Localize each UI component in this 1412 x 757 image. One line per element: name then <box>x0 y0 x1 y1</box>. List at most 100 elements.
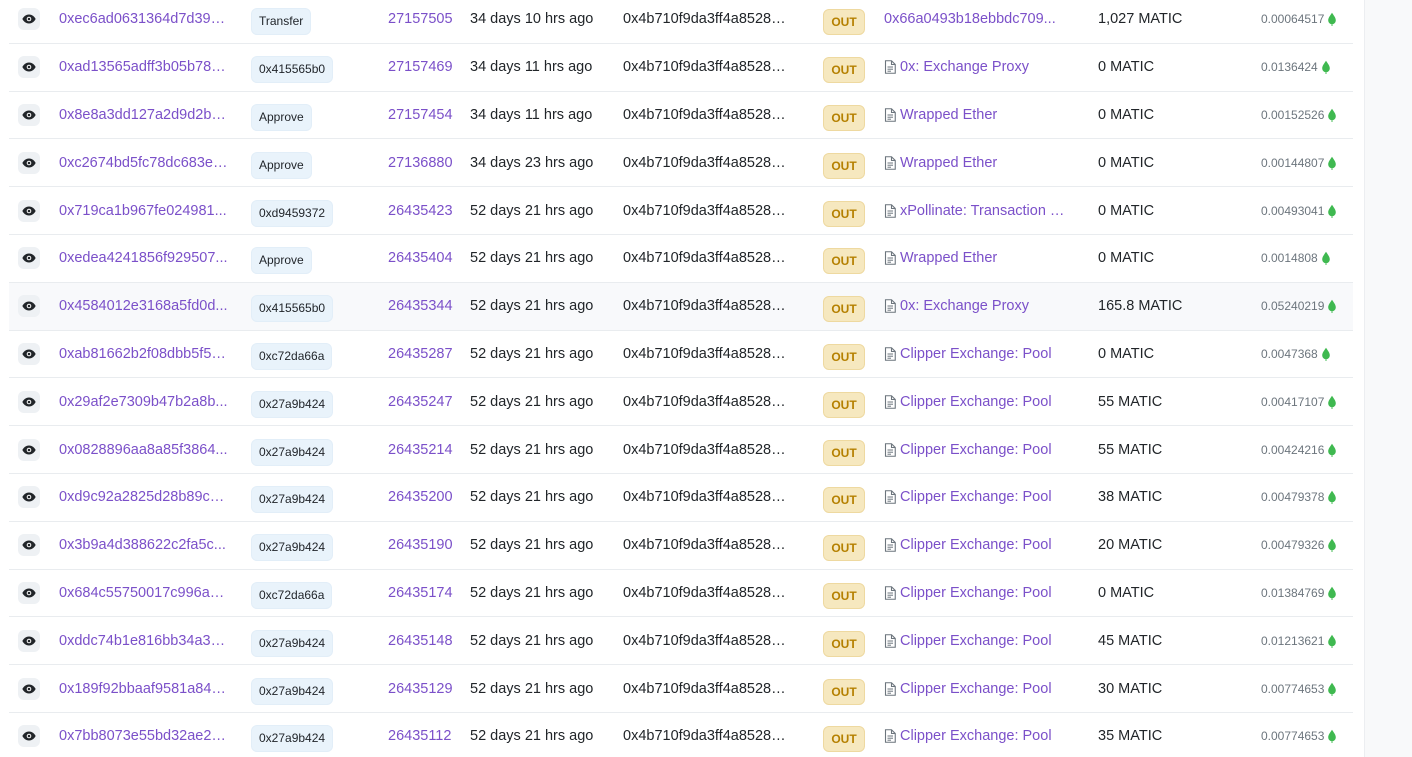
eye-icon[interactable] <box>18 8 40 31</box>
view-cell <box>18 426 40 473</box>
block-link[interactable]: 26435129 <box>388 681 453 697</box>
eye-icon[interactable] <box>18 342 40 365</box>
to-address-link[interactable]: Clipper Exchange: Pool <box>900 489 1052 505</box>
gas-drop-icon[interactable] <box>1321 347 1331 361</box>
eye-icon[interactable] <box>18 629 40 652</box>
eye-icon[interactable] <box>18 725 40 748</box>
block-link[interactable]: 26435247 <box>388 394 453 410</box>
txn-hash-link[interactable]: 0x719ca1b967fe024981... <box>59 203 227 219</box>
from-cell: 0x4b710f9da3ff4a85284... <box>623 92 791 139</box>
txn-hash-link[interactable]: 0x189f92bbaaf9581a84a... <box>59 681 229 697</box>
to-address-link[interactable]: Clipper Exchange: Pool <box>900 442 1052 458</box>
txn-hash-link[interactable]: 0x4584012e3168a5fd0d... <box>59 298 228 314</box>
fee-text: 0.00152526 <box>1261 107 1325 122</box>
gas-drop-icon[interactable] <box>1327 108 1337 122</box>
txn-hash-link[interactable]: 0xd9c92a2825d28b89c4... <box>59 489 229 505</box>
txn-hash-link[interactable]: 0x0828896aa8a85f3864... <box>59 442 228 458</box>
txn-hash-link[interactable]: 0x3b9a4d388622c2fa5c... <box>59 537 226 553</box>
to-address-link[interactable]: Clipper Exchange: Pool <box>900 633 1052 649</box>
txn-hash-link[interactable]: 0xedea4241856f929507... <box>59 250 228 266</box>
fee-text: 0.00144807 <box>1261 155 1325 170</box>
from-address: 0x4b710f9da3ff4a85284... <box>623 345 789 362</box>
method-badge: Approve <box>251 247 312 275</box>
to-address-link[interactable]: Wrapped Ether <box>900 107 997 123</box>
block-link[interactable]: 26435148 <box>388 633 453 649</box>
scrollbar-track[interactable] <box>1364 0 1412 757</box>
gas-drop-icon[interactable] <box>1327 156 1337 170</box>
table-row: 0x8e8a3dd127a2d9d2b5... Approve 27157454… <box>9 92 1353 140</box>
fee-text: 0.0047368 <box>1261 346 1318 361</box>
to-address-link[interactable]: Clipper Exchange: Pool <box>900 728 1052 744</box>
txn-hash-link[interactable]: 0x29af2e7309b47b2a8b... <box>59 394 228 410</box>
block-link[interactable]: 26435344 <box>388 298 453 314</box>
block-link[interactable]: 26435112 <box>388 728 451 744</box>
eye-icon[interactable] <box>18 56 40 79</box>
txn-hash-cell: 0xad13565adff3b05b788... <box>59 44 231 91</box>
from-address: 0x4b710f9da3ff4a85284... <box>623 393 789 410</box>
eye-icon[interactable] <box>18 534 40 557</box>
to-address-link[interactable]: Clipper Exchange: Pool <box>900 681 1052 697</box>
block-link[interactable]: 26435404 <box>388 250 453 266</box>
to-address-link[interactable]: Wrapped Ether <box>900 250 997 266</box>
to-address-link[interactable]: xPollinate: Transaction M... <box>900 203 1072 219</box>
gas-drop-icon[interactable] <box>1327 538 1337 552</box>
eye-icon[interactable] <box>18 390 40 413</box>
gas-drop-icon[interactable] <box>1327 490 1337 505</box>
block-link[interactable]: 26435190 <box>388 537 453 553</box>
txn-hash-link[interactable]: 0x684c55750017c996aa... <box>59 585 229 601</box>
to-address-link[interactable]: Wrapped Ether <box>900 155 997 171</box>
block-link[interactable]: 26435423 <box>388 203 453 219</box>
txn-hash-cell: 0xddc74b1e816bb34a3b... <box>59 617 231 664</box>
gas-drop-icon[interactable] <box>1327 634 1337 648</box>
gas-drop-icon[interactable] <box>1327 586 1337 600</box>
block-link[interactable]: 27157505 <box>388 11 453 27</box>
view-cell <box>18 522 40 569</box>
gas-drop-icon[interactable] <box>1327 12 1337 27</box>
eye-icon[interactable] <box>18 486 40 509</box>
eye-icon[interactable] <box>18 103 40 126</box>
eye-icon[interactable] <box>18 247 40 270</box>
to-address-link[interactable]: Clipper Exchange: Pool <box>900 394 1052 410</box>
direction-cell: OUT <box>823 426 865 473</box>
from-cell: 0x4b710f9da3ff4a85284... <box>623 187 791 234</box>
gas-drop-icon[interactable] <box>1321 60 1331 74</box>
value-cell: 0 MATIC <box>1098 235 1248 282</box>
gas-drop-icon[interactable] <box>1327 682 1337 696</box>
gas-drop-icon[interactable] <box>1327 299 1337 313</box>
eye-icon[interactable] <box>18 438 40 461</box>
block-link[interactable]: 26435174 <box>388 585 453 601</box>
eye-icon[interactable] <box>18 151 40 174</box>
block-link[interactable]: 26435214 <box>388 442 453 458</box>
block-link[interactable]: 26435200 <box>388 489 453 505</box>
gas-drop-icon[interactable] <box>1327 204 1337 218</box>
gas-drop-icon[interactable] <box>1327 395 1337 409</box>
gas-drop-icon[interactable] <box>1327 729 1337 744</box>
txn-hash-link[interactable]: 0xab81662b2f08dbb5f56... <box>59 346 229 362</box>
to-address-link[interactable]: Clipper Exchange: Pool <box>900 537 1052 553</box>
gas-drop-icon[interactable] <box>1327 443 1337 457</box>
to-address-link[interactable]: 0x66a0493b18ebbdc709... <box>884 11 1056 27</box>
block-cell: 26435112 <box>388 713 463 757</box>
direction-badge: OUT <box>823 9 865 36</box>
txn-hash-link[interactable]: 0xad13565adff3b05b788... <box>59 59 229 75</box>
block-link[interactable]: 26435287 <box>388 346 453 362</box>
to-address-link[interactable]: 0x: Exchange Proxy <box>900 59 1029 75</box>
txn-hash-link[interactable]: 0xddc74b1e816bb34a3b... <box>59 633 229 649</box>
to-address-link[interactable]: Clipper Exchange: Pool <box>900 585 1052 601</box>
view-cell <box>18 331 40 378</box>
txn-hash-link[interactable]: 0x8e8a3dd127a2d9d2b5... <box>59 107 229 123</box>
block-link[interactable]: 27157454 <box>388 107 453 123</box>
txn-hash-link[interactable]: 0xc2674bd5fc78dc683e8... <box>59 155 229 171</box>
eye-icon[interactable] <box>18 199 40 222</box>
txn-hash-link[interactable]: 0x7bb8073e55bd32ae22... <box>59 728 229 744</box>
block-link[interactable]: 27157469 <box>388 59 453 75</box>
eye-icon[interactable] <box>18 295 40 318</box>
to-address-link[interactable]: 0x: Exchange Proxy <box>900 298 1029 314</box>
value-text: 35 MATIC <box>1098 728 1163 745</box>
txn-hash-link[interactable]: 0xec6ad0631364d7d39e... <box>59 11 229 27</box>
to-address-link[interactable]: Clipper Exchange: Pool <box>900 346 1052 362</box>
eye-icon[interactable] <box>18 581 40 604</box>
eye-icon[interactable] <box>18 677 40 700</box>
gas-drop-icon[interactable] <box>1321 251 1331 266</box>
block-link[interactable]: 27136880 <box>388 155 453 171</box>
